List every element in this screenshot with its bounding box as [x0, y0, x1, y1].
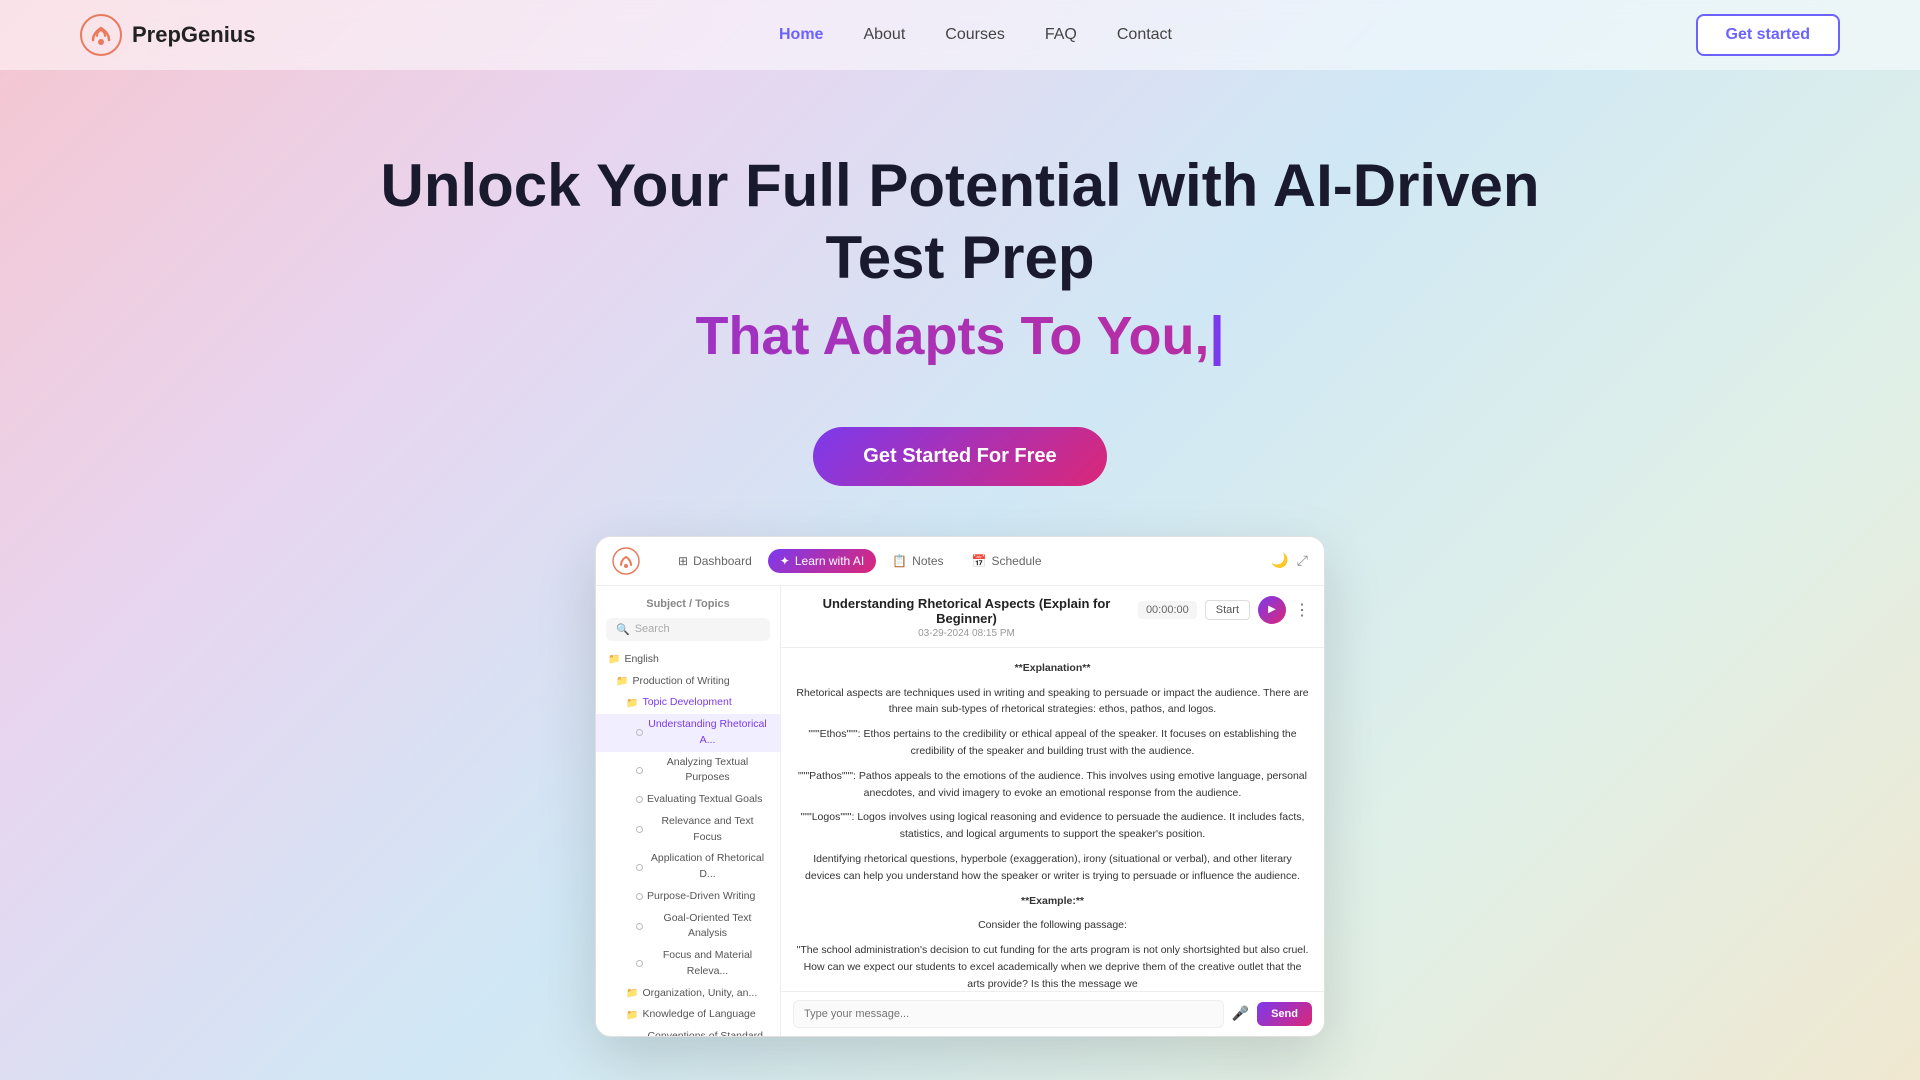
- sidebar-search[interactable]: 🔍 Search: [606, 618, 770, 641]
- start-button[interactable]: Start: [1205, 600, 1250, 620]
- app-tab-learn-ai[interactable]: ✦ Learn with AI: [768, 549, 876, 573]
- sidebar-item-textual-purposes[interactable]: Analyzing Textual Purposes: [596, 752, 780, 790]
- timer: 00:00:00: [1138, 601, 1197, 619]
- circle-icon: [636, 960, 643, 967]
- content-date: 03-29-2024 08:15 PM: [795, 628, 1138, 639]
- app-tab-dashboard[interactable]: ⊞ Dashboard: [666, 549, 764, 573]
- sidebar-item-textual-goals[interactable]: Evaluating Textual Goals: [596, 789, 780, 811]
- sidebar-item-topic-dev[interactable]: 📁 Topic Development: [596, 692, 780, 714]
- sidebar-item-focus-material[interactable]: Focus and Material Releva...: [596, 945, 780, 983]
- app-logo-icon: [612, 547, 640, 575]
- expand-icon[interactable]: ⤢: [1297, 552, 1308, 569]
- app-nav-tabs: ⊞ Dashboard ✦ Learn with AI 📋 Notes 📅 Sc…: [666, 549, 1251, 573]
- sidebar-item-conventions[interactable]: 📁 Conventions of Standard ...: [596, 1026, 780, 1036]
- folder-icon: 📁: [626, 986, 638, 1001]
- nav-home[interactable]: Home: [779, 26, 823, 43]
- content-header: Understanding Rhetorical Aspects (Explai…: [781, 586, 1324, 648]
- nav-links: Home About Courses FAQ Contact: [779, 26, 1172, 44]
- app-tab-schedule[interactable]: 📅 Schedule: [960, 549, 1054, 573]
- app-main: Understanding Rhetorical Aspects (Explai…: [781, 586, 1324, 1036]
- sidebar-header: Subject / Topics: [596, 598, 780, 618]
- circle-icon: [636, 864, 643, 871]
- nav-courses[interactable]: Courses: [945, 26, 1005, 43]
- app-body: Subject / Topics 🔍 Search 📁 English 📁 Pr…: [596, 586, 1324, 1036]
- logo-text: PrepGenius: [132, 22, 255, 48]
- circle-icon: [636, 729, 643, 736]
- sidebar-item-knowledge-lang[interactable]: 📁 Knowledge of Language: [596, 1004, 780, 1026]
- cursor: |: [1209, 306, 1224, 366]
- content-title-area: Understanding Rhetorical Aspects (Explai…: [795, 596, 1138, 639]
- app-mockup: ⊞ Dashboard ✦ Learn with AI 📋 Notes 📅 Sc…: [595, 536, 1325, 1037]
- folder-icon: 📁: [626, 696, 638, 711]
- circle-icon: [636, 826, 643, 833]
- more-options-button[interactable]: ⋮: [1294, 600, 1310, 620]
- sidebar-item-relevance-focus[interactable]: Relevance and Text Focus: [596, 811, 780, 849]
- sidebar-item-application[interactable]: Application of Rhetorical D...: [596, 848, 780, 886]
- learn-ai-icon: ✦: [780, 554, 790, 568]
- app-sidebar: Subject / Topics 🔍 Search 📁 English 📁 Pr…: [596, 586, 781, 1036]
- folder-icon: 📁: [626, 1008, 638, 1023]
- nav-about[interactable]: About: [863, 26, 905, 43]
- schedule-icon: 📅: [972, 554, 987, 568]
- chat-input[interactable]: [793, 1000, 1224, 1028]
- dark-mode-icon[interactable]: 🌙: [1271, 552, 1288, 569]
- app-topbar-right: 🌙 ⤢: [1271, 552, 1308, 569]
- circle-icon: [636, 893, 643, 900]
- hero-section: Unlock Your Full Potential with AI-Drive…: [0, 70, 1920, 1077]
- sidebar-item-purpose-driven[interactable]: Purpose-Driven Writing: [596, 886, 780, 908]
- circle-icon: [636, 796, 643, 803]
- hero-title: Unlock Your Full Potential with AI-Drive…: [20, 150, 1900, 294]
- send-button[interactable]: Send: [1257, 1002, 1312, 1026]
- dashboard-icon: ⊞: [678, 554, 688, 568]
- notes-icon: 📋: [892, 554, 907, 568]
- folder-icon: 📁: [616, 674, 628, 689]
- folder-icon: 📁: [608, 652, 620, 667]
- nav-faq[interactable]: FAQ: [1045, 26, 1077, 43]
- nav-get-started-button[interactable]: Get started: [1696, 14, 1840, 56]
- sidebar-item-rhetorical[interactable]: Understanding Rhetorical A...: [596, 714, 780, 752]
- hero-subtitle: That Adapts To You,|: [20, 304, 1900, 369]
- logo: PrepGenius: [80, 14, 255, 56]
- nav-contact[interactable]: Contact: [1117, 26, 1172, 43]
- content-body: **Explanation** Rhetorical aspects are t…: [781, 648, 1324, 991]
- app-tab-notes[interactable]: 📋 Notes: [880, 549, 955, 573]
- mic-button[interactable]: 🎤: [1232, 1005, 1249, 1022]
- content-title: Understanding Rhetorical Aspects (Explai…: [795, 596, 1138, 626]
- logo-icon: [80, 14, 122, 56]
- circle-icon: [636, 923, 643, 930]
- circle-icon: [636, 767, 643, 774]
- sidebar-item-english[interactable]: 📁 English: [596, 649, 780, 671]
- content-controls: 00:00:00 Start ▶ ⋮: [1138, 596, 1310, 624]
- play-button[interactable]: ▶: [1258, 596, 1286, 624]
- hero-cta-button[interactable]: Get Started For Free: [813, 427, 1106, 486]
- sidebar-item-goal-oriented[interactable]: Goal-Oriented Text Analysis: [596, 908, 780, 946]
- navbar: PrepGenius Home About Courses FAQ Contac…: [0, 0, 1920, 70]
- search-icon: 🔍: [616, 623, 630, 636]
- sidebar-item-production[interactable]: 📁 Production of Writing: [596, 671, 780, 693]
- app-topbar: ⊞ Dashboard ✦ Learn with AI 📋 Notes 📅 Sc…: [596, 537, 1324, 586]
- sidebar-item-organization[interactable]: 📁 Organization, Unity, an...: [596, 983, 780, 1005]
- chat-input-area: 🎤 Send: [781, 991, 1324, 1036]
